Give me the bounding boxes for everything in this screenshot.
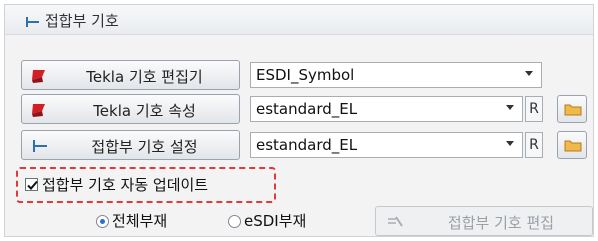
radio-all-members-label: 전체부재 [112, 212, 168, 230]
panel-title: 접합부 기호 [45, 12, 119, 30]
radio-esdi-members-label: eSDI부재 [244, 212, 307, 230]
properties-browse-button[interactable] [557, 95, 587, 123]
settings-file-value: estandard_EL [256, 136, 358, 154]
symbol-file-value: ESDI_Symbol [256, 66, 355, 84]
tekla-symbol-editor-label: Tekla 기호 편집기 [86, 68, 203, 86]
properties-file-select[interactable]: estandard_EL [250, 96, 523, 122]
properties-file-value: estandard_EL [256, 100, 358, 118]
panel-header: 접합부 기호 [5, 5, 593, 35]
red-flag-icon [32, 104, 45, 117]
chevron-down-icon [506, 105, 514, 110]
folder-icon [564, 140, 582, 152]
settings-browse-button[interactable] [557, 131, 587, 159]
edit-joint-symbol-label: 접합부 기호 편집 [447, 214, 555, 232]
joint-symbol-settings-label: 접합부 기호 설정 [91, 138, 198, 156]
chevron-down-icon [525, 71, 533, 76]
radio-all-members[interactable] [96, 215, 109, 228]
joint-symbol-icon [33, 140, 47, 152]
tekla-symbol-properties-label: Tekla 기호 속성 [93, 102, 196, 120]
tekla-symbol-editor-button[interactable]: Tekla 기호 편집기 [21, 60, 240, 90]
red-flag-icon [32, 70, 45, 83]
symbol-file-select[interactable]: ESDI_Symbol [250, 62, 542, 88]
tekla-symbol-properties-button[interactable]: Tekla 기호 속성 [21, 94, 240, 124]
auto-update-checkbox[interactable] [25, 178, 38, 191]
radio-selected-dot [100, 219, 105, 224]
properties-reload-button[interactable]: R [525, 96, 543, 122]
joint-symbol-panel: 접합부 기호 Tekla 기호 편집기 ESDI_Symbol Tekla 기호… [4, 4, 594, 237]
settings-reload-button[interactable]: R [525, 132, 543, 158]
chevron-down-icon [506, 141, 514, 146]
settings-file-select[interactable]: estandard_EL [250, 132, 523, 158]
joint-symbol-icon [26, 17, 39, 27]
radio-esdi-members[interactable] [228, 215, 241, 228]
auto-update-label: 접합부 기호 자동 업데이트 [42, 176, 209, 194]
edit-joint-symbol-button[interactable]: 접합부 기호 편집 [375, 206, 593, 236]
joint-symbol-settings-button[interactable]: 접합부 기호 설정 [21, 130, 240, 160]
checkmark-icon [27, 180, 38, 190]
folder-icon [564, 104, 582, 116]
edit-symbol-icon [388, 216, 403, 227]
